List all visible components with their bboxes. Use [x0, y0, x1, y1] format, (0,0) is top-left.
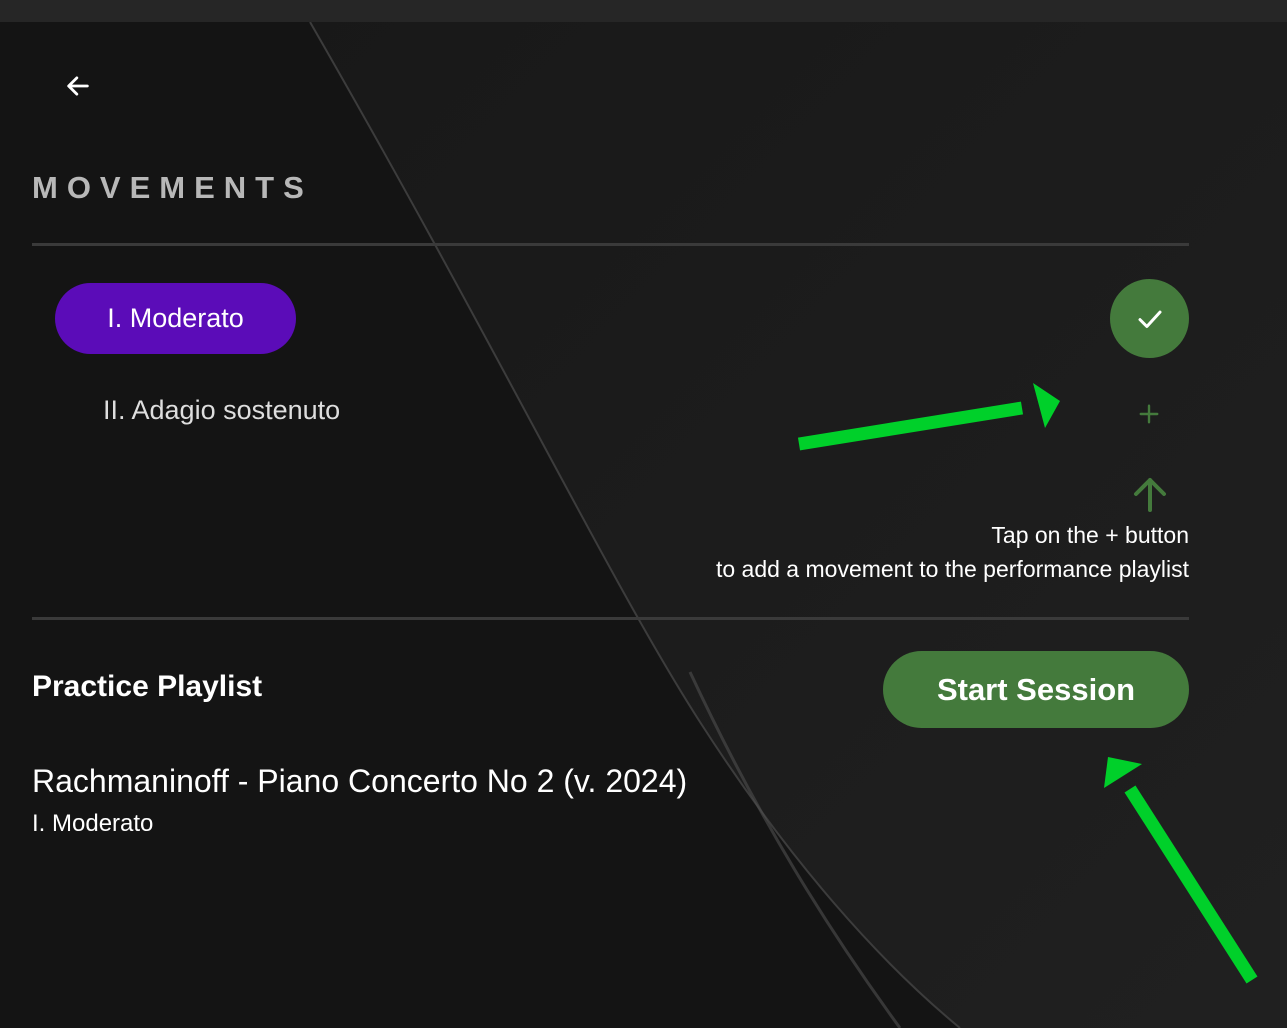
back-button[interactable]: [56, 64, 100, 108]
arrow-up-icon: [1134, 478, 1166, 512]
check-icon: [1138, 310, 1161, 328]
divider-top: [32, 243, 1189, 246]
add-movement-button[interactable]: [1129, 394, 1169, 434]
hint-text-line2: to add a movement to the performance pla…: [715, 556, 1189, 582]
plus-icon: [1139, 404, 1159, 424]
arrow-left-icon: [67, 76, 89, 96]
playlist-movement-label: I. Moderato: [32, 810, 154, 837]
movement-item-moderato[interactable]: I. Moderato: [55, 283, 296, 354]
playlist-piece-title: Rachmaninoff - Piano Concerto No 2 (v. 2…: [32, 763, 688, 799]
practice-playlist-heading: Practice Playlist: [32, 670, 263, 703]
divider-bottom: [32, 617, 1189, 620]
window-top-bar: [0, 0, 1287, 22]
movement-added-toggle[interactable]: [1110, 279, 1189, 358]
movement-item-adagio[interactable]: II. Adagio sostenuto: [103, 395, 340, 426]
start-session-button[interactable]: Start Session: [883, 651, 1189, 728]
hint-text-line1: Tap on the + button: [991, 522, 1189, 548]
movements-heading: MOVEMENTS: [32, 170, 313, 205]
